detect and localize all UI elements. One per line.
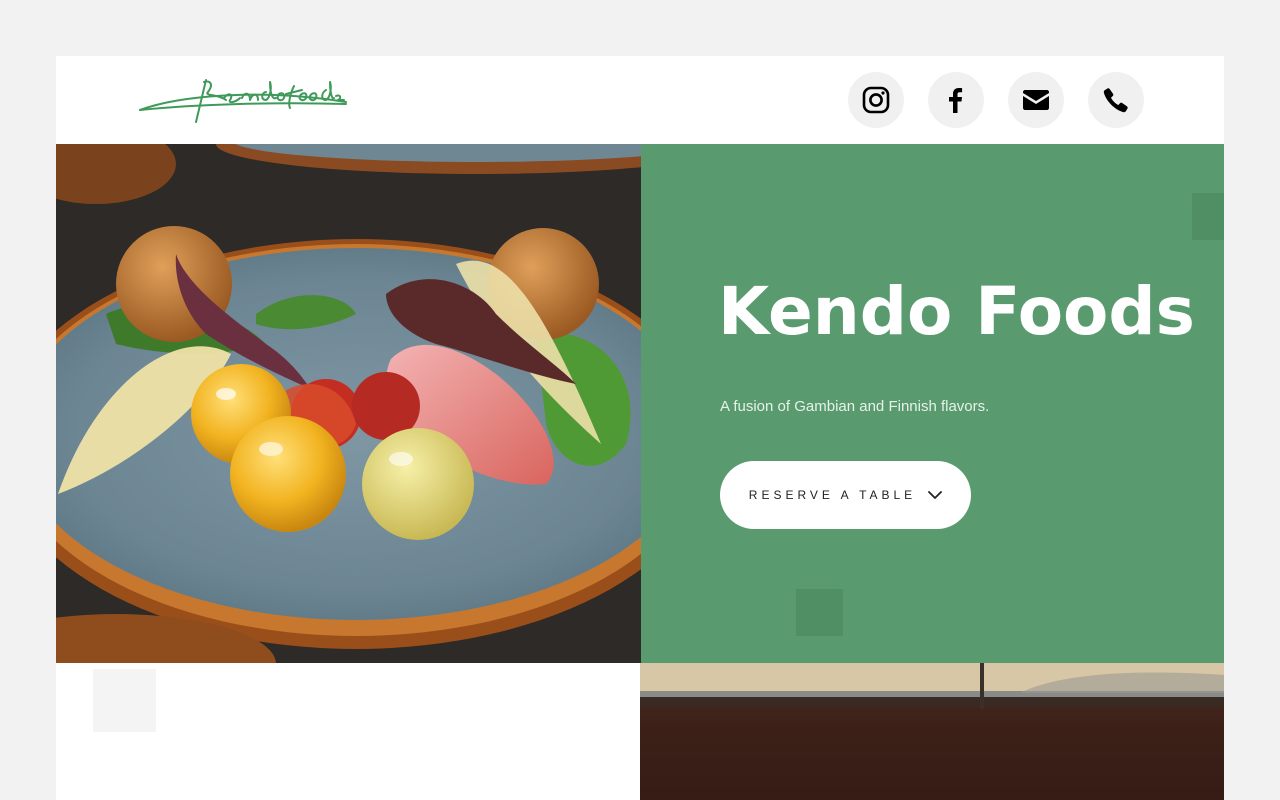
facebook-icon <box>949 88 963 113</box>
chevron-down-icon <box>928 490 943 499</box>
instagram-icon <box>862 86 890 114</box>
hero-panel: Kendo Foods A fusion of Gambian and Finn… <box>641 144 1224 663</box>
facebook-button[interactable] <box>928 72 984 128</box>
email-button[interactable] <box>1008 72 1064 128</box>
hero-subtitle: A fusion of Gambian and Finnish flavors. <box>720 398 990 415</box>
restaurant-interior-photo <box>640 663 1224 800</box>
decorative-square <box>796 589 843 636</box>
page: Kendo Foods A fusion of Gambian and Finn… <box>56 56 1224 800</box>
logo[interactable] <box>138 74 350 126</box>
decorative-square <box>1192 193 1224 240</box>
logo-signature <box>139 79 347 123</box>
hero-title: Kendo Foods <box>718 273 1195 350</box>
reserve-table-label: RESERVE A TABLE <box>748 488 917 502</box>
envelope-icon <box>1023 90 1049 110</box>
food-plate-photo <box>56 144 641 663</box>
placeholder-square <box>93 669 156 732</box>
phone-icon <box>1103 88 1128 113</box>
phone-button[interactable] <box>1088 72 1144 128</box>
site-header <box>56 56 1224 144</box>
instagram-button[interactable] <box>848 72 904 128</box>
reserve-table-button[interactable]: RESERVE A TABLE <box>720 461 971 529</box>
